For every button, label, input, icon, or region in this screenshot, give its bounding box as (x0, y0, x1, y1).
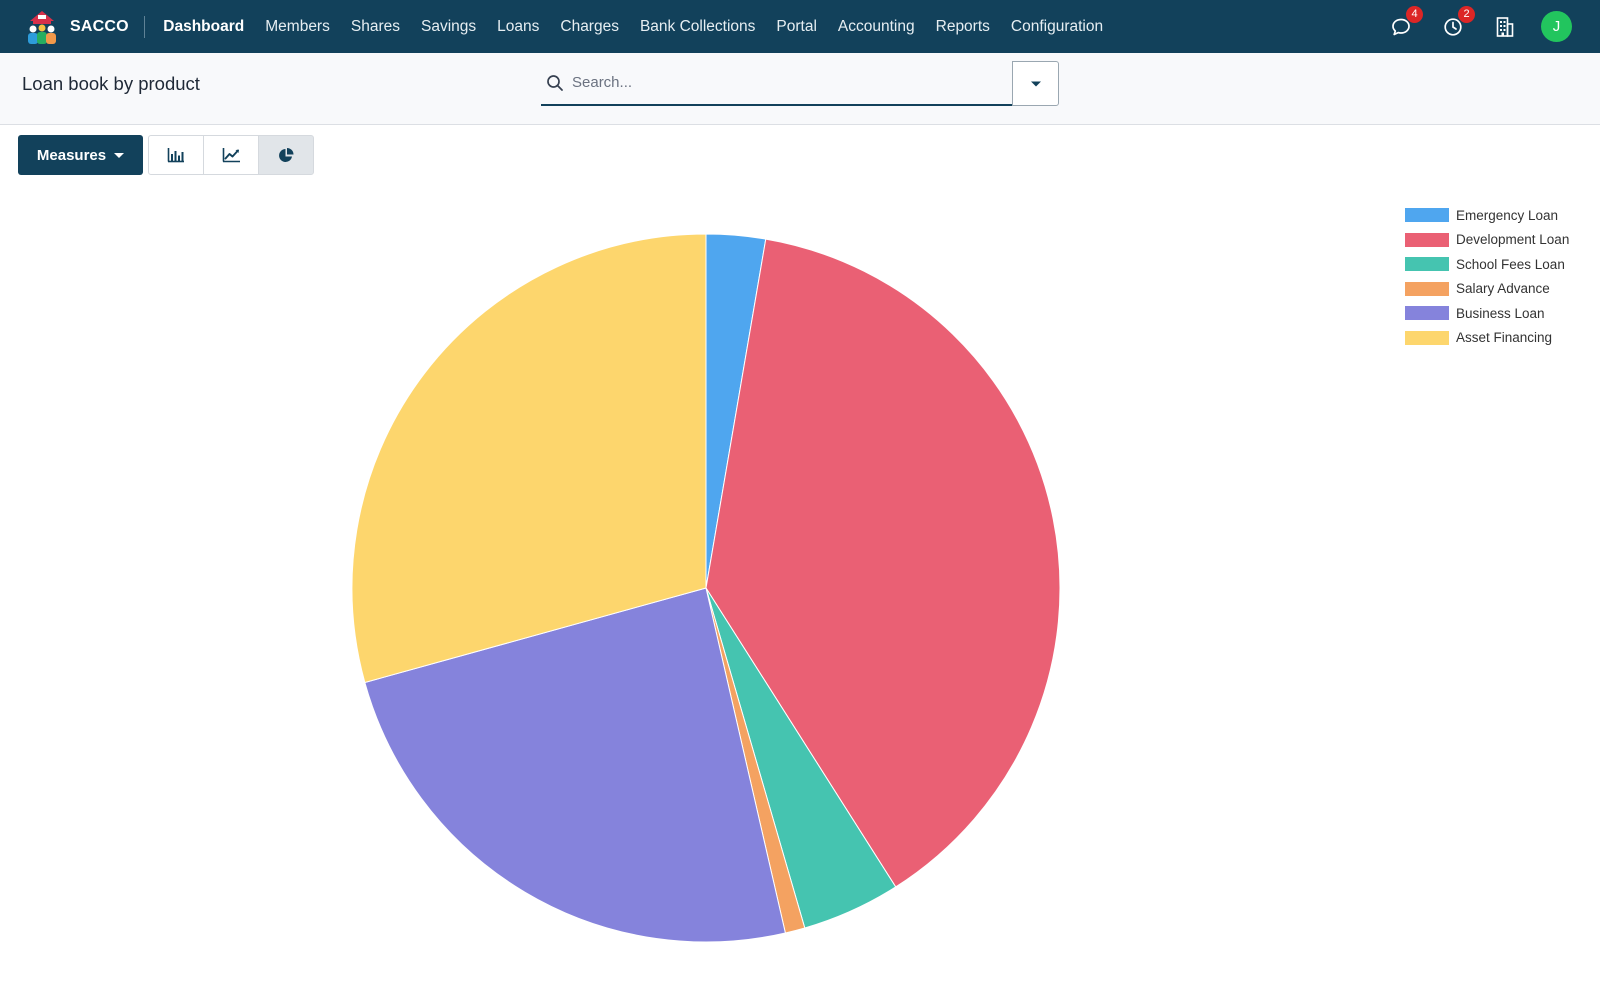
legend-swatch (1405, 232, 1449, 247)
menu-item-members[interactable]: Members (255, 18, 341, 36)
measures-dropdown-button[interactable]: Measures (18, 135, 143, 175)
brand-name: SACCO (70, 17, 129, 35)
systray: 4 2 J (1361, 0, 1572, 53)
activities-count-badge: 2 (1458, 5, 1475, 23)
menu-item-configuration[interactable]: Configuration (1000, 18, 1113, 36)
chart-legend: Emergency Loan Development Loan School Fee… (1405, 203, 1569, 350)
search-options-toggle[interactable] (1012, 61, 1059, 106)
page-title: Loan book by product (22, 73, 200, 94)
menu-item-shares[interactable]: Shares (340, 18, 410, 36)
bar-chart-icon (167, 148, 184, 163)
pie-chart-icon (278, 147, 293, 162)
company-switcher-button[interactable] (1493, 15, 1517, 39)
menu-item-reports[interactable]: Reports (925, 18, 1000, 36)
caret-down-icon (114, 152, 125, 158)
legend-label: School Fees Loan (1456, 256, 1565, 272)
search-input[interactable] (572, 74, 992, 91)
bar-chart-view-button[interactable] (148, 135, 204, 175)
menu-item-savings[interactable]: Savings (410, 18, 486, 36)
building-icon (1496, 16, 1514, 37)
menu-item-portal[interactable]: Portal (766, 18, 828, 36)
legend-label: Development Loan (1456, 232, 1570, 248)
search-box[interactable] (541, 61, 1012, 106)
brand[interactable]: SACCO (24, 0, 145, 53)
sacco-logo-icon (28, 10, 56, 44)
line-chart-icon (222, 148, 240, 163)
legend-label: Asset Financing (1456, 330, 1553, 346)
measures-label: Measures (36, 146, 107, 164)
legend-swatch (1405, 330, 1449, 345)
main-menu: Dashboard Members Shares Savings Loans C… (153, 18, 1114, 36)
messages-count-badge: 4 (1406, 5, 1423, 23)
menu-item-accounting[interactable]: Accounting (827, 18, 925, 36)
legend-item[interactable]: Business Loan (1405, 301, 1569, 326)
control-panel: Loan book by product (0, 53, 1600, 125)
top-navbar: SACCO Dashboard Members Shares Savings L… (0, 0, 1600, 53)
chart-type-switcher (148, 135, 314, 175)
menu-item-loans[interactable]: Loans (487, 18, 550, 36)
pie-chart-view-button[interactable] (258, 135, 314, 175)
menu-item-dashboard[interactable]: Dashboard (153, 18, 255, 36)
legend-label: Business Loan (1456, 305, 1545, 321)
legend-label: Emergency Loan (1456, 207, 1559, 223)
caret-down-icon (1030, 81, 1041, 86)
pie-chart (351, 233, 1061, 943)
messages-button[interactable]: 4 (1389, 5, 1423, 39)
legend-label: Salary Advance (1456, 281, 1550, 297)
menu-item-bank-collections[interactable]: Bank Collections (629, 18, 765, 36)
legend-swatch (1405, 257, 1449, 272)
activities-button[interactable]: 2 (1441, 5, 1475, 39)
menu-item-charges[interactable]: Charges (550, 18, 630, 36)
search-icon (547, 74, 563, 91)
legend-swatch (1405, 306, 1449, 321)
legend-item[interactable]: Salary Advance (1405, 277, 1569, 302)
search-bar (541, 61, 1059, 106)
legend-item[interactable]: School Fees Loan (1405, 252, 1569, 277)
line-chart-view-button[interactable] (203, 135, 259, 175)
legend-swatch (1405, 281, 1449, 296)
legend-item[interactable]: Asset Financing (1405, 326, 1569, 351)
brand-divider (143, 15, 145, 38)
user-avatar[interactable]: J (1541, 11, 1572, 42)
legend-swatch (1405, 208, 1449, 223)
legend-item[interactable]: Development Loan (1405, 228, 1569, 253)
legend-item[interactable]: Emergency Loan (1405, 203, 1569, 228)
